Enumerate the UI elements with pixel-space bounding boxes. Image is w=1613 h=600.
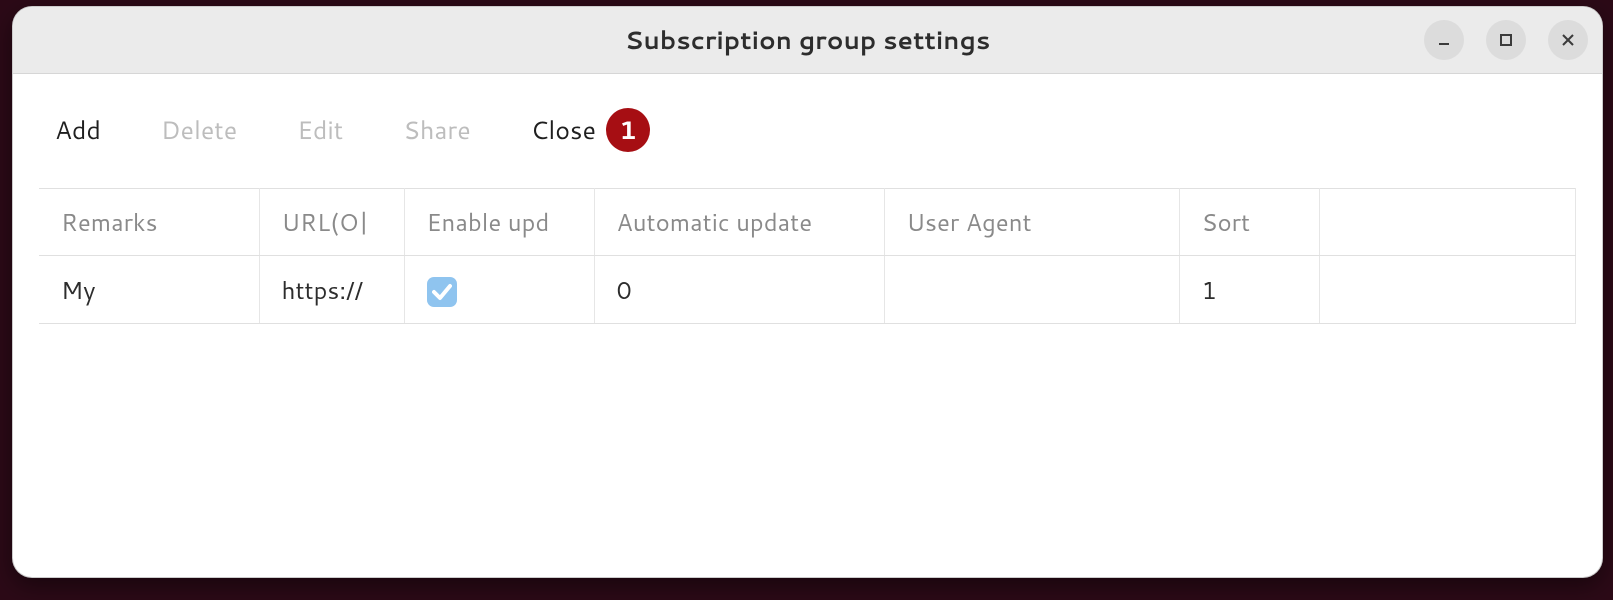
- col-sort[interactable]: Sort: [1179, 189, 1319, 256]
- cell-sort[interactable]: 1: [1179, 256, 1319, 324]
- dialog-window: Subscription group settings Add Delete E…: [12, 6, 1603, 578]
- close-badge: 1: [606, 108, 650, 152]
- cell-enable[interactable]: [404, 256, 594, 324]
- maximize-icon: [1498, 32, 1514, 48]
- col-user-agent[interactable]: User Agent: [884, 189, 1179, 256]
- cell-url[interactable]: https://: [259, 256, 404, 324]
- maximize-button[interactable]: [1486, 20, 1526, 60]
- col-url[interactable]: URL(O|: [259, 189, 404, 256]
- share-button[interactable]: Share: [403, 113, 470, 148]
- col-auto[interactable]: Automatic update: [594, 189, 884, 256]
- window-controls: [1424, 7, 1588, 73]
- dialog-content: Add Delete Edit Share Close 1: [13, 74, 1602, 324]
- cell-remarks[interactable]: My: [39, 256, 259, 324]
- titlebar: Subscription group settings: [13, 7, 1602, 74]
- cell-auto[interactable]: 0: [594, 256, 884, 324]
- minimize-icon: [1436, 32, 1452, 48]
- edit-button[interactable]: Edit: [297, 113, 343, 148]
- col-enable[interactable]: Enable upd: [404, 189, 594, 256]
- enable-checkbox[interactable]: [427, 277, 457, 307]
- delete-button[interactable]: Delete: [161, 113, 237, 148]
- table-row[interactable]: My https:// 0 1: [39, 256, 1576, 324]
- toolbar: Add Delete Edit Share Close 1: [39, 108, 1576, 152]
- cell-spacer: [1319, 256, 1576, 324]
- checkmark-icon: [432, 283, 452, 301]
- table-header-row: Remarks URL(O| Enable upd Automatic upda…: [39, 189, 1576, 256]
- close-window-button[interactable]: [1548, 20, 1588, 60]
- close-button[interactable]: Close 1: [531, 108, 650, 152]
- close-icon: [1560, 32, 1576, 48]
- window-title: Subscription group settings: [625, 23, 990, 58]
- delete-label: Delete: [161, 113, 237, 148]
- cell-user-agent[interactable]: [884, 256, 1179, 324]
- col-spacer: [1319, 189, 1576, 256]
- share-label: Share: [403, 113, 470, 148]
- subscription-table: Remarks URL(O| Enable upd Automatic upda…: [39, 188, 1576, 324]
- add-button[interactable]: Add: [55, 113, 101, 148]
- add-label: Add: [55, 113, 101, 148]
- col-remarks[interactable]: Remarks: [39, 189, 259, 256]
- minimize-button[interactable]: [1424, 20, 1464, 60]
- edit-label: Edit: [297, 113, 343, 148]
- close-label: Close: [531, 113, 596, 148]
